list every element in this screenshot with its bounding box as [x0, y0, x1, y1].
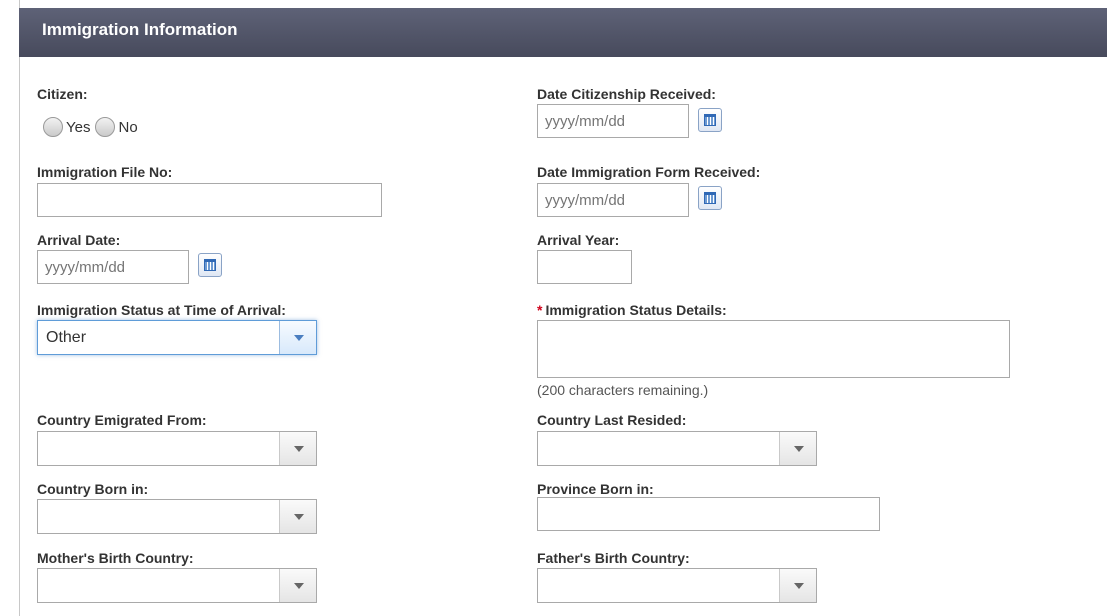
province-born-in-label: Province Born in: [537, 481, 654, 497]
date-immigration-form-calendar-icon[interactable] [698, 186, 722, 210]
arrival-date-calendar-icon[interactable] [198, 253, 222, 277]
citizen-label: Citizen: [37, 86, 88, 102]
chevron-down-icon[interactable] [279, 321, 316, 354]
arrival-year-label: Arrival Year: [537, 232, 620, 248]
father-birth-country-select[interactable] [537, 568, 817, 603]
immigration-status-details-textarea[interactable] [537, 320, 1010, 378]
arrival-date-input[interactable] [37, 250, 189, 284]
date-citizenship-input[interactable] [537, 104, 689, 138]
immigration-status-details-label-text: Immigration Status Details: [545, 302, 727, 318]
province-born-in-input[interactable] [537, 497, 880, 531]
mother-birth-country-select[interactable] [37, 568, 317, 603]
immigration-status-arrival-select[interactable]: Other [37, 320, 317, 355]
chevron-down-icon[interactable] [779, 432, 816, 465]
arrival-date-label: Arrival Date: [37, 232, 121, 248]
citizen-no-label[interactable]: No [118, 119, 137, 136]
date-citizenship-label: Date Citizenship Received: [537, 86, 716, 102]
immigration-status-arrival-label: Immigration Status at Time of Arrival: [37, 302, 286, 318]
citizen-radio-group: Yes No [43, 116, 141, 138]
citizen-yes-label[interactable]: Yes [66, 119, 90, 136]
country-emigrated-from-label: Country Emigrated From: [37, 412, 207, 428]
date-citizenship-calendar-icon[interactable] [698, 108, 722, 132]
chevron-down-icon[interactable] [279, 569, 316, 602]
required-marker: * [537, 302, 543, 318]
chevron-down-icon[interactable] [279, 500, 316, 533]
immigration-status-details-label: * Immigration Status Details: [537, 302, 727, 318]
citizen-no-radio[interactable] [95, 117, 116, 137]
chevron-down-icon[interactable] [279, 432, 316, 465]
country-last-resided-label: Country Last Resided: [537, 412, 687, 428]
chevron-down-icon[interactable] [779, 569, 816, 602]
country-born-in-label: Country Born in: [37, 481, 149, 497]
mother-birth-country-label: Mother's Birth Country: [37, 550, 194, 566]
immigration-status-arrival-value: Other [46, 329, 87, 346]
arrival-year-input[interactable] [537, 250, 632, 284]
chars-remaining-text: (200 characters remaining.) [537, 382, 709, 398]
section-title: Immigration Information [42, 20, 238, 39]
country-last-resided-select[interactable] [537, 431, 817, 466]
immigration-file-no-input[interactable] [37, 183, 382, 217]
country-born-in-select[interactable] [37, 499, 317, 534]
country-emigrated-from-select[interactable] [37, 431, 317, 466]
immigration-file-no-label: Immigration File No: [37, 164, 173, 180]
date-immigration-form-label: Date Immigration Form Received: [537, 164, 761, 180]
date-immigration-form-input[interactable] [537, 183, 689, 217]
citizen-yes-radio[interactable] [43, 117, 63, 137]
section-header: Immigration Information [19, 0, 1107, 57]
father-birth-country-label: Father's Birth Country: [537, 550, 690, 566]
